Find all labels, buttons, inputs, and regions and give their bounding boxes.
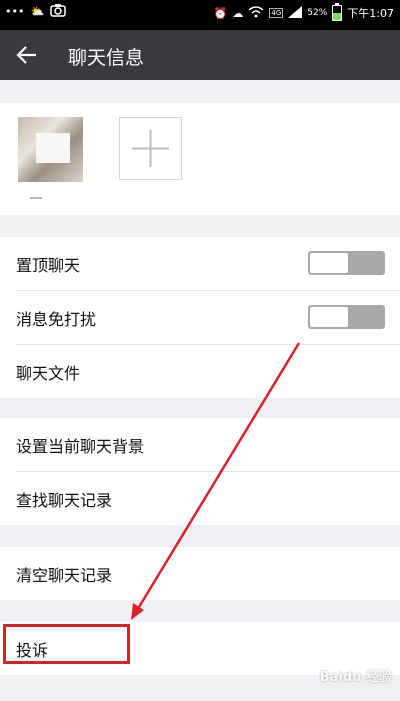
toggle-knob: [310, 253, 348, 273]
report-label: 投诉: [16, 641, 49, 660]
sticky-chat-row[interactable]: 置顶聊天: [16, 237, 400, 291]
sticky-chat-label: 置顶聊天: [16, 256, 81, 275]
add-member-button[interactable]: [119, 117, 182, 180]
wifi-icon: [248, 5, 264, 21]
clear-history-row[interactable]: 清空聊天记录: [16, 547, 400, 600]
mute-toggle[interactable]: [308, 305, 385, 329]
clear-history-label: 清空聊天记录: [16, 566, 113, 585]
camera-icon: [50, 3, 66, 20]
app-header: 聊天信息: [0, 30, 400, 80]
set-background-label: 设置当前聊天背景: [16, 437, 145, 456]
mute-label: 消息免打扰: [16, 310, 97, 329]
set-background-row[interactable]: 设置当前聊天背景: [16, 418, 400, 472]
back-button[interactable]: [14, 42, 40, 68]
dots-icon: •••: [5, 5, 25, 18]
settings-group-3: 清空聊天记录: [0, 547, 400, 600]
arrow-left-icon: [16, 46, 36, 64]
signal-icon: [288, 5, 303, 21]
cloud-icon: ☁: [232, 6, 244, 20]
chat-files-row[interactable]: 聊天文件: [16, 345, 400, 398]
clock: 下午1:07: [347, 7, 394, 20]
sticky-chat-toggle[interactable]: [308, 251, 385, 275]
mute-row[interactable]: 消息免打扰: [16, 291, 400, 345]
alarm-icon: ⏰: [213, 6, 228, 20]
status-left: ••• ⛅: [5, 3, 66, 20]
network-type: 4G: [269, 8, 284, 18]
battery-percent: 52%: [307, 8, 328, 18]
watermark: Baidu 经验: [319, 670, 392, 685]
search-history-label: 查找聊天记录: [16, 491, 113, 510]
battery-icon: [332, 3, 343, 21]
weather-icon: ⛅: [30, 5, 45, 18]
chat-files-label: 聊天文件: [16, 364, 81, 383]
page-title: 聊天信息: [68, 47, 145, 69]
member-avatar[interactable]: [18, 117, 83, 182]
plus-icon: [132, 130, 169, 167]
member-name: [30, 197, 42, 199]
settings-group-2: 设置当前聊天背景 查找聊天记录: [0, 418, 400, 525]
toggle-knob: [310, 307, 348, 327]
status-right: ⏰ ☁ 4G 52% 下午1:07: [213, 3, 394, 21]
status-bar: ••• ⛅ ⏰ ☁ 4G 52% 下午1:07: [0, 0, 400, 30]
search-history-row[interactable]: 查找聊天记录: [16, 472, 400, 525]
members-section: [0, 103, 400, 215]
settings-group-1: 置顶聊天 消息免打扰 聊天文件: [0, 237, 400, 398]
